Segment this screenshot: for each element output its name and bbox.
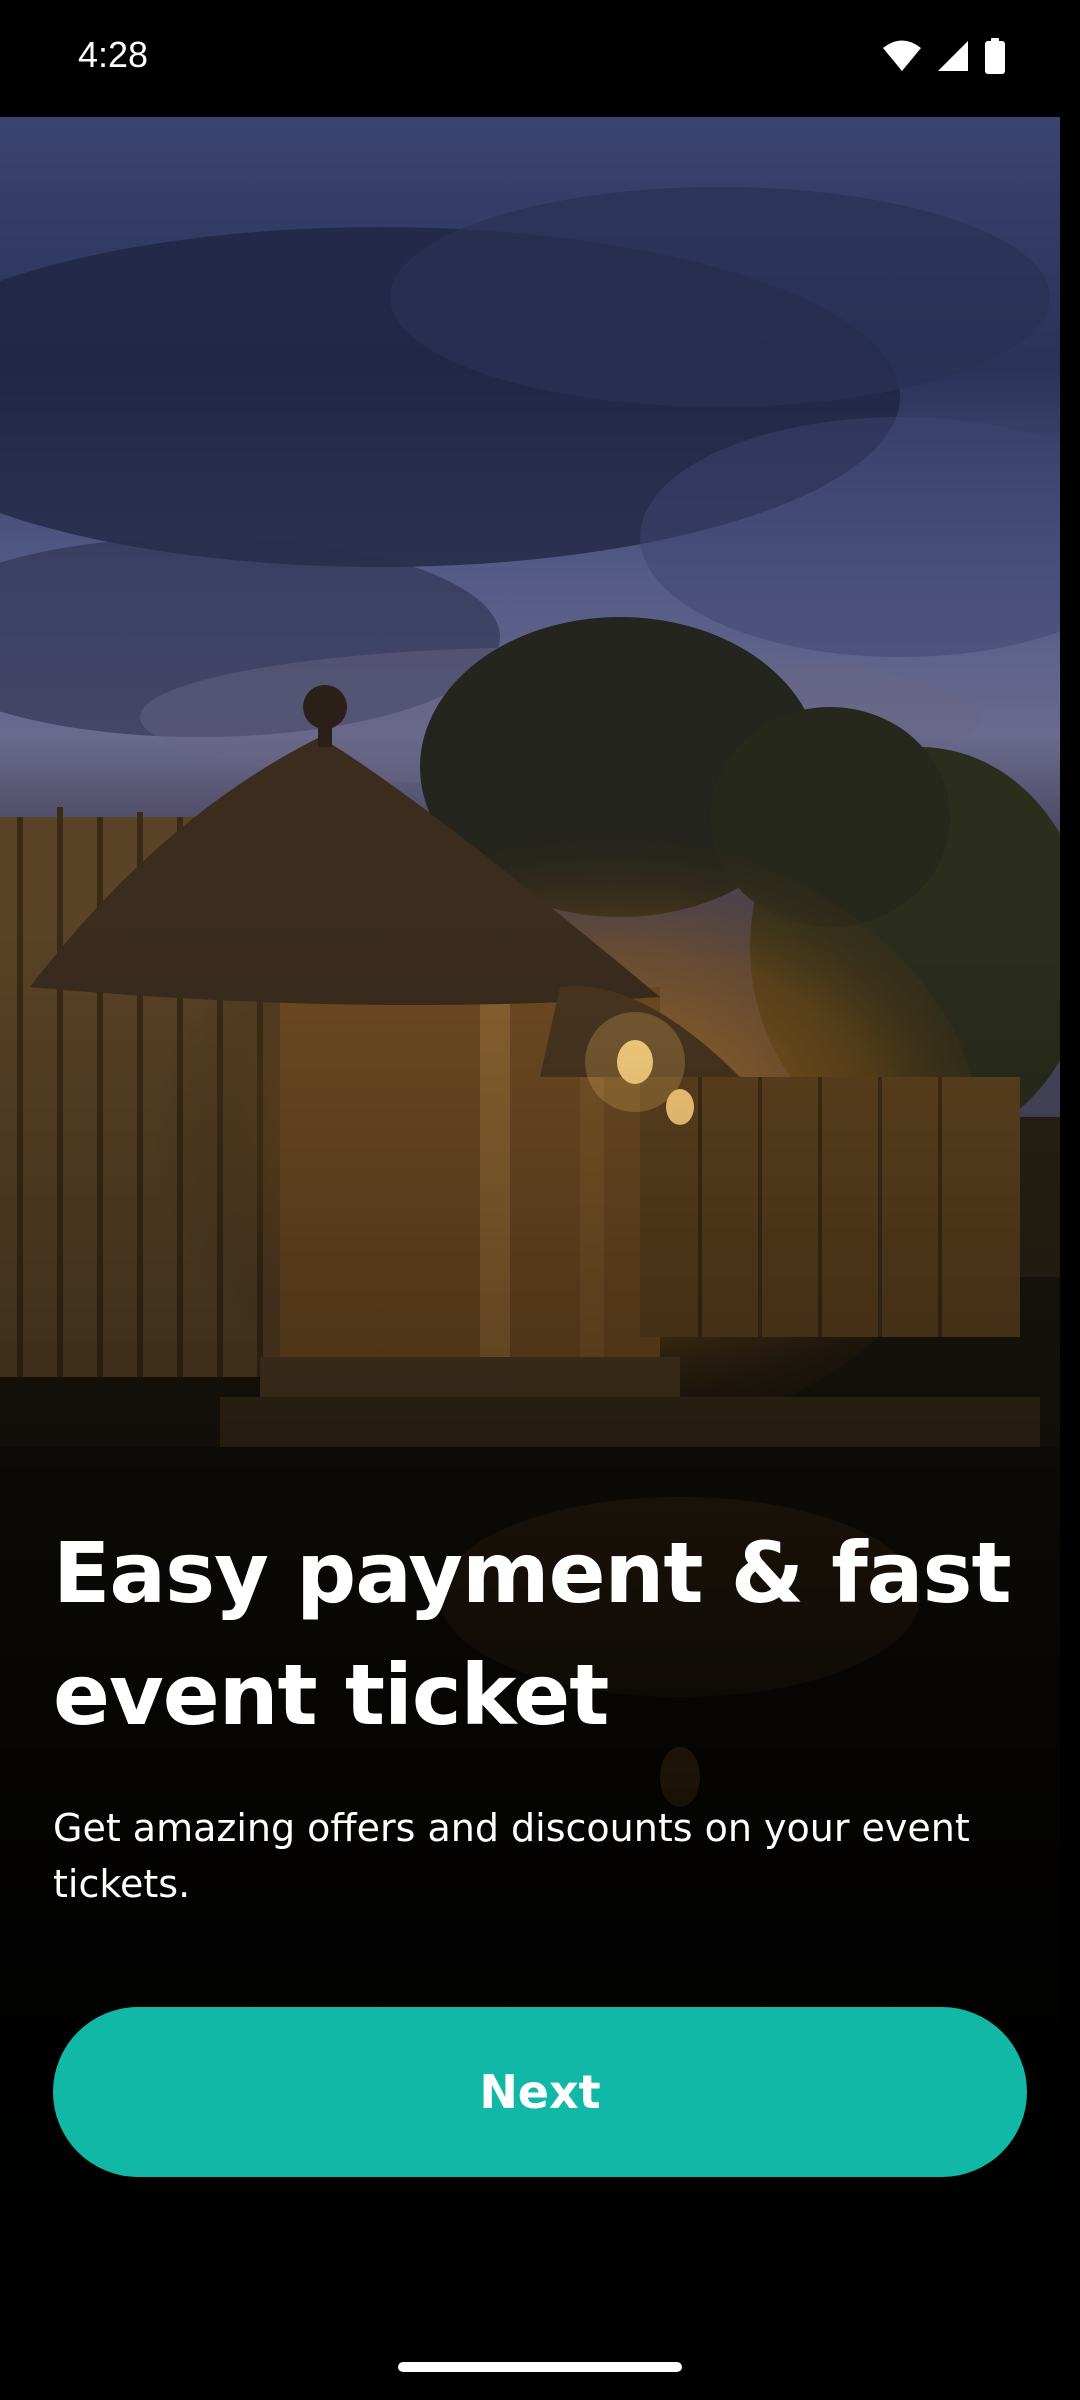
status-bar: 4:28 bbox=[0, 0, 1080, 117]
home-indicator[interactable] bbox=[398, 2362, 682, 2372]
status-time: 4:28 bbox=[78, 34, 149, 75]
battery-icon bbox=[984, 38, 1006, 74]
onboarding-headline: Easy payment & fast event ticket bbox=[53, 1524, 1012, 1744]
onboarding-screen: 4:28 Easy payment & fast event ticket Ge… bbox=[0, 0, 1080, 2400]
onboarding-subtext: Get amazing offers and discounts on your… bbox=[53, 1806, 970, 1906]
status-icons bbox=[882, 38, 1006, 74]
next-button[interactable]: Next bbox=[53, 2007, 1027, 2177]
wifi-icon bbox=[882, 39, 922, 73]
signal-icon bbox=[936, 39, 970, 73]
